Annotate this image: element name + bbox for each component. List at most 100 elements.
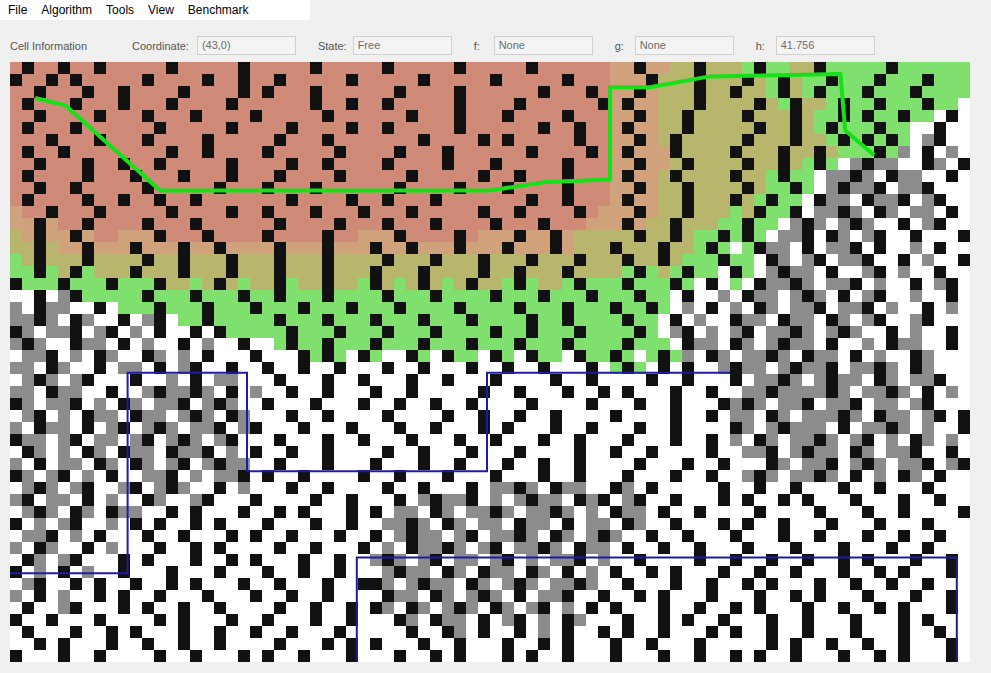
grid-cell[interactable] <box>754 146 766 158</box>
grid-cell[interactable] <box>814 314 826 326</box>
grid-cell[interactable] <box>898 278 910 290</box>
grid-cell[interactable] <box>274 314 286 326</box>
grid-cell[interactable] <box>154 74 166 86</box>
grid-cell[interactable] <box>502 194 514 206</box>
grid-cell[interactable] <box>454 122 466 134</box>
grid-cell[interactable] <box>298 242 310 254</box>
grid-cell[interactable] <box>646 314 658 326</box>
grid-cell[interactable] <box>382 134 394 146</box>
grid-cell[interactable] <box>274 74 286 86</box>
grid-cell[interactable] <box>442 170 454 182</box>
grid-cell[interactable] <box>646 110 658 122</box>
grid-cell[interactable] <box>814 146 826 158</box>
grid-cell[interactable] <box>502 290 514 302</box>
grid-cell[interactable] <box>154 230 166 242</box>
grid-cell[interactable] <box>118 194 130 206</box>
grid-cell[interactable] <box>70 338 82 350</box>
grid-cell[interactable] <box>214 122 226 134</box>
grid-cell[interactable] <box>478 254 490 266</box>
grid-cell[interactable] <box>574 242 586 254</box>
grid-cell[interactable] <box>346 302 358 314</box>
grid-cell[interactable] <box>22 326 34 338</box>
grid-cell[interactable] <box>634 182 646 194</box>
grid-cell[interactable] <box>382 230 394 242</box>
grid-cell[interactable] <box>70 134 82 146</box>
grid-cell[interactable] <box>118 278 130 290</box>
grid-cell[interactable] <box>862 206 874 218</box>
grid-cell[interactable] <box>910 338 922 350</box>
grid-cell[interactable] <box>370 146 382 158</box>
grid-cell[interactable] <box>286 74 298 86</box>
grid-cell[interactable] <box>118 98 130 110</box>
grid-cell[interactable] <box>826 194 838 206</box>
grid-cell[interactable] <box>766 98 778 110</box>
grid-cell[interactable] <box>826 158 838 170</box>
grid-cell[interactable] <box>238 134 250 146</box>
grid-cell[interactable] <box>334 266 346 278</box>
grid-cell[interactable] <box>790 146 802 158</box>
grid-cell[interactable] <box>490 98 502 110</box>
grid-cell[interactable] <box>490 218 502 230</box>
grid-cell[interactable] <box>706 314 718 326</box>
grid-cell[interactable] <box>838 314 850 326</box>
grid-cell[interactable] <box>886 290 898 302</box>
grid-cell[interactable] <box>418 302 430 314</box>
grid-cell[interactable] <box>370 350 382 362</box>
grid-cell[interactable] <box>922 254 934 266</box>
grid-cell[interactable] <box>334 338 346 350</box>
grid-cell[interactable] <box>574 350 586 362</box>
grid-cell[interactable] <box>586 314 598 326</box>
grid-cell[interactable] <box>442 290 454 302</box>
grid-cell[interactable] <box>574 62 586 74</box>
grid-cell[interactable] <box>226 266 238 278</box>
grid-cell[interactable] <box>538 314 550 326</box>
grid-cell[interactable] <box>130 338 142 350</box>
grid-cell[interactable] <box>166 302 178 314</box>
grid-cell[interactable] <box>562 302 574 314</box>
grid-cell[interactable] <box>814 170 826 182</box>
grid-cell[interactable] <box>142 98 154 110</box>
grid-cell[interactable] <box>766 230 778 242</box>
grid-cell[interactable] <box>322 146 334 158</box>
grid-cell[interactable] <box>82 158 94 170</box>
grid-cell[interactable] <box>910 314 922 326</box>
grid-cell[interactable] <box>334 134 346 146</box>
grid-cell[interactable] <box>274 230 286 242</box>
grid-cell[interactable] <box>730 326 742 338</box>
grid-cell[interactable] <box>106 110 118 122</box>
grid-cell[interactable] <box>238 266 250 278</box>
grid-cell[interactable] <box>730 338 742 350</box>
grid-cell[interactable] <box>550 182 562 194</box>
grid-cell[interactable] <box>322 122 334 134</box>
grid-cell[interactable] <box>70 98 82 110</box>
grid-cell[interactable] <box>286 110 298 122</box>
grid-cell[interactable] <box>286 194 298 206</box>
grid-cell[interactable] <box>874 338 886 350</box>
grid-cell[interactable] <box>250 170 262 182</box>
grid-cell[interactable] <box>22 194 34 206</box>
grid-cell[interactable] <box>778 290 790 302</box>
grid-cell[interactable] <box>166 290 178 302</box>
grid-cell[interactable] <box>670 194 682 206</box>
grid-cell[interactable] <box>10 326 22 338</box>
grid-cell[interactable] <box>130 62 142 74</box>
grid-cell[interactable] <box>958 242 970 254</box>
grid-cell[interactable] <box>958 338 970 350</box>
grid-cell[interactable] <box>418 122 430 134</box>
grid-cell[interactable] <box>502 74 514 86</box>
grid-cell[interactable] <box>34 206 46 218</box>
grid-cell[interactable] <box>910 194 922 206</box>
grid-cell[interactable] <box>46 170 58 182</box>
grid-cell[interactable] <box>886 134 898 146</box>
grid-cell[interactable] <box>346 194 358 206</box>
grid-cell[interactable] <box>370 62 382 74</box>
grid-cell[interactable] <box>802 338 814 350</box>
grid-cell[interactable] <box>550 254 562 266</box>
grid-cell[interactable] <box>34 350 46 362</box>
grid-cell[interactable] <box>958 158 970 170</box>
grid-cell[interactable] <box>34 74 46 86</box>
grid-cell[interactable] <box>790 158 802 170</box>
grid-cell[interactable] <box>490 74 502 86</box>
grid-cell[interactable] <box>142 74 154 86</box>
grid-cell[interactable] <box>454 242 466 254</box>
